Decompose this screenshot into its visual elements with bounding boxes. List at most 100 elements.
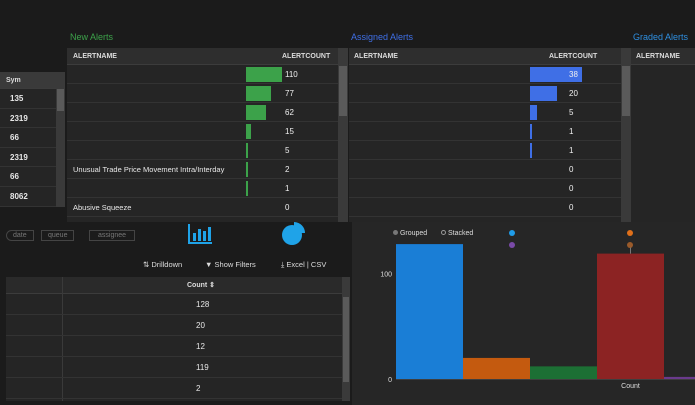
graded-alerts-table: ALERTNAME (631, 48, 695, 222)
count-table: Count ⇕ 128 20 12 119 2 (6, 277, 342, 401)
count-row[interactable]: 2 (6, 378, 342, 399)
alert-count: 5 (285, 146, 290, 155)
alert-count: 0 (569, 165, 574, 174)
alert-row[interactable]: Abusive Squeeze 0 (67, 198, 338, 217)
alert-count: 38 (569, 70, 578, 79)
alert-count: 0 (569, 184, 574, 193)
pie-chart-icon[interactable] (280, 221, 306, 247)
sym-row[interactable]: 135 (0, 89, 56, 109)
alert-row[interactable]: 38 (349, 65, 621, 84)
breadcrumb-date[interactable]: date (6, 230, 34, 241)
alert-row[interactable]: 0 (349, 179, 621, 198)
alert-row[interactable]: 77 (67, 84, 338, 103)
assigned-alerts-col-name[interactable]: ALERTNAME (354, 48, 398, 65)
assigned-alerts-table: ALERTNAME ALERTCOUNT 38 20 5 1 1 0 0 0 (349, 48, 621, 222)
alert-row[interactable]: 110 (67, 65, 338, 84)
export-controls: ⤓ Excel | CSV (281, 260, 326, 270)
count-value: 12 (196, 342, 205, 351)
alert-count: 1 (285, 184, 290, 193)
alert-count: 1 (569, 127, 574, 136)
count-scroll-thumb[interactable] (343, 297, 349, 382)
assigned-alerts-col-count[interactable]: ALERTCOUNT (549, 48, 597, 65)
alert-row[interactable]: 1 (67, 179, 338, 198)
count-row[interactable]: 20 (6, 315, 342, 336)
assigned-alerts-title: Assigned Alerts (351, 32, 414, 42)
breadcrumb-assignee[interactable]: assignee (89, 230, 136, 241)
alert-row[interactable]: Unusual Trade Price Movement Intra/Inter… (67, 160, 338, 179)
alert-count-bar (246, 181, 248, 196)
alert-row[interactable]: 0 (349, 198, 621, 217)
assigned-alerts-scrollbar[interactable] (621, 48, 631, 222)
alert-count: 20 (569, 89, 578, 98)
new-alerts-scrollbar[interactable] (338, 48, 348, 222)
new-alerts-table: ALERTNAME ALERTCOUNT 110 77 62 15 5 Unusual T… (67, 48, 338, 222)
count-value: 128 (196, 300, 210, 309)
alert-count: 62 (285, 108, 294, 117)
alert-count-bar (246, 105, 266, 120)
count-table-scrollbar[interactable] (342, 277, 350, 401)
alert-count: 77 (285, 89, 294, 98)
drilldown-button[interactable]: ⇅ Drilldown (143, 260, 182, 269)
count-row[interactable]: 128 (6, 294, 342, 315)
excel-button[interactable]: Excel (286, 260, 304, 269)
chart-bar[interactable] (463, 357, 530, 379)
alert-count-bar (530, 86, 557, 101)
alert-row[interactable]: 5 (67, 141, 338, 160)
alert-count-bar (530, 105, 537, 120)
assigned-alerts-header: ALERTNAME ALERTCOUNT (349, 48, 621, 65)
alert-count-bar (246, 67, 282, 82)
sym-row[interactable]: 66 (0, 167, 56, 187)
csv-button[interactable]: CSV (311, 260, 326, 269)
count-col-header[interactable]: Count ⇕ (187, 277, 215, 294)
y-tick-label: 0 (388, 377, 392, 384)
chart-bar[interactable] (530, 366, 597, 379)
sym-scrollbar[interactable] (56, 72, 65, 207)
sym-row[interactable]: 8062 (0, 187, 56, 207)
new-alerts-title: New Alerts (70, 32, 114, 42)
export-separator: | (306, 260, 309, 269)
chart-bar[interactable] (597, 253, 664, 379)
alert-count-bar (246, 124, 251, 139)
count-value: 20 (196, 321, 205, 330)
alert-count: 15 (285, 127, 294, 136)
new-alerts-col-name[interactable]: ALERTNAME (73, 48, 117, 65)
sym-scroll-thumb[interactable] (57, 89, 64, 111)
alert-count: 110 (285, 70, 298, 79)
count-value: 119 (196, 363, 209, 372)
filter-icon: ▼ (205, 260, 213, 269)
drilldown-icon: ⇅ (143, 260, 150, 269)
alert-row[interactable]: 1 (349, 122, 621, 141)
alert-count-bar (246, 162, 248, 177)
show-filters-button[interactable]: ▼ Show Filters (205, 260, 256, 269)
y-tick-label: 100 (380, 272, 392, 279)
sym-row[interactable]: 2319 (0, 148, 56, 168)
alert-row[interactable]: 62 (67, 103, 338, 122)
count-row[interactable]: 119 (6, 357, 342, 378)
alert-count: 5 (569, 108, 574, 117)
alert-count-bar (530, 124, 532, 139)
assigned-alerts-scroll-thumb[interactable] (622, 66, 630, 116)
show-filters-label: Show Filters (214, 260, 256, 269)
sym-row[interactable]: 66 (0, 128, 56, 148)
download-icon: ⤓ (281, 260, 285, 269)
sym-row[interactable]: 2319 (0, 109, 56, 129)
new-alerts-scroll-thumb[interactable] (339, 66, 347, 116)
new-alerts-col-count[interactable]: ALERTCOUNT (282, 48, 330, 65)
x-tick-label: Count (621, 383, 640, 390)
alert-row[interactable]: 1 (349, 141, 621, 160)
sym-column: Sym 135 2319 66 2319 66 8062 (0, 72, 56, 207)
alert-row[interactable]: 5 (349, 103, 621, 122)
breadcrumb-queue[interactable]: queue (41, 230, 75, 241)
alert-row[interactable]: 0 (349, 160, 621, 179)
alert-row[interactable]: 15 (67, 122, 338, 141)
alert-count: 2 (285, 165, 290, 174)
alerts-bar-chart: 0 100 Count (380, 244, 695, 390)
count-row[interactable]: 12 (6, 336, 342, 357)
chart-bar[interactable] (396, 244, 463, 379)
chart-bar[interactable] (664, 376, 695, 379)
bar-chart-icon[interactable] (186, 222, 214, 246)
sym-header: Sym (0, 72, 56, 89)
alert-row[interactable]: 20 (349, 84, 621, 103)
breadcrumb: date queue assignee (3, 228, 153, 242)
alert-count: 0 (569, 203, 574, 212)
